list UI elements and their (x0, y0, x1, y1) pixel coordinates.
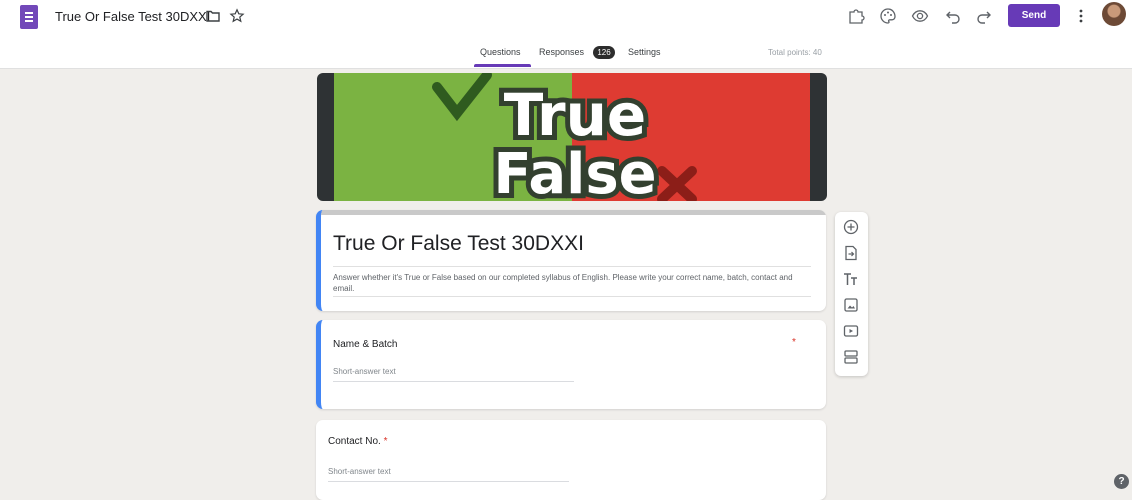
palette-icon[interactable] (879, 7, 897, 25)
banner-check-icon (432, 73, 492, 122)
preview-icon[interactable] (911, 7, 929, 25)
question-label[interactable]: Contact No. * (328, 436, 388, 447)
forms-logo-icon[interactable] (20, 5, 38, 29)
folder-icon[interactable] (205, 8, 221, 24)
tab-settings[interactable]: Settings (628, 47, 661, 57)
addon-icon[interactable] (847, 7, 865, 25)
add-question-icon[interactable] (842, 218, 860, 236)
add-title-icon[interactable] (842, 270, 860, 288)
title-underline (333, 266, 811, 267)
send-button[interactable]: Send (1008, 4, 1060, 27)
add-section-icon[interactable] (842, 348, 860, 366)
question-card[interactable]: Contact No. * Short-answer text (316, 420, 826, 500)
banner-line2: False (493, 142, 656, 201)
question-toolbar (835, 212, 868, 376)
title-card-stripe (321, 210, 826, 215)
required-asterisk: * (792, 337, 796, 348)
help-icon[interactable]: ? (1114, 474, 1129, 489)
tab-questions[interactable]: Questions (480, 47, 521, 57)
import-questions-icon[interactable] (842, 244, 860, 262)
document-title[interactable]: True Or False Test 30DXXI (55, 9, 210, 24)
top-bar: True Or False Test 30DXXI Send Questions… (0, 0, 1132, 69)
star-icon[interactable] (229, 8, 245, 24)
question-label[interactable]: Name & Batch (333, 339, 397, 350)
banner-line1: True (504, 81, 646, 149)
banner-x-icon (657, 166, 697, 201)
add-image-icon[interactable] (842, 296, 860, 314)
required-asterisk: * (383, 436, 388, 447)
undo-icon[interactable] (944, 7, 962, 25)
responses-count-badge: 126 (593, 46, 615, 59)
redo-icon[interactable] (975, 7, 993, 25)
total-points: Total points: 40 (768, 48, 822, 57)
more-vert-icon[interactable] (1076, 8, 1086, 24)
short-answer-hint: Short-answer text (328, 467, 391, 476)
header-banner-image: True False (317, 73, 827, 201)
tab-responses[interactable]: Responses (539, 47, 584, 57)
short-answer-hint: Short-answer text (333, 367, 396, 376)
question-card[interactable]: Name & Batch * Short-answer text (316, 320, 826, 409)
active-tab-indicator (474, 64, 531, 67)
form-title-card[interactable]: True Or False Test 30DXXI Answer whether… (316, 210, 826, 311)
banner-artwork: True False (432, 73, 697, 201)
answer-underline (333, 381, 574, 382)
add-video-icon[interactable] (842, 322, 860, 340)
form-description[interactable]: Answer whether it's True or False based … (333, 272, 813, 294)
avatar[interactable] (1102, 2, 1126, 26)
description-underline (333, 296, 811, 297)
form-title[interactable]: True Or False Test 30DXXI (333, 232, 584, 256)
answer-underline (328, 481, 569, 482)
